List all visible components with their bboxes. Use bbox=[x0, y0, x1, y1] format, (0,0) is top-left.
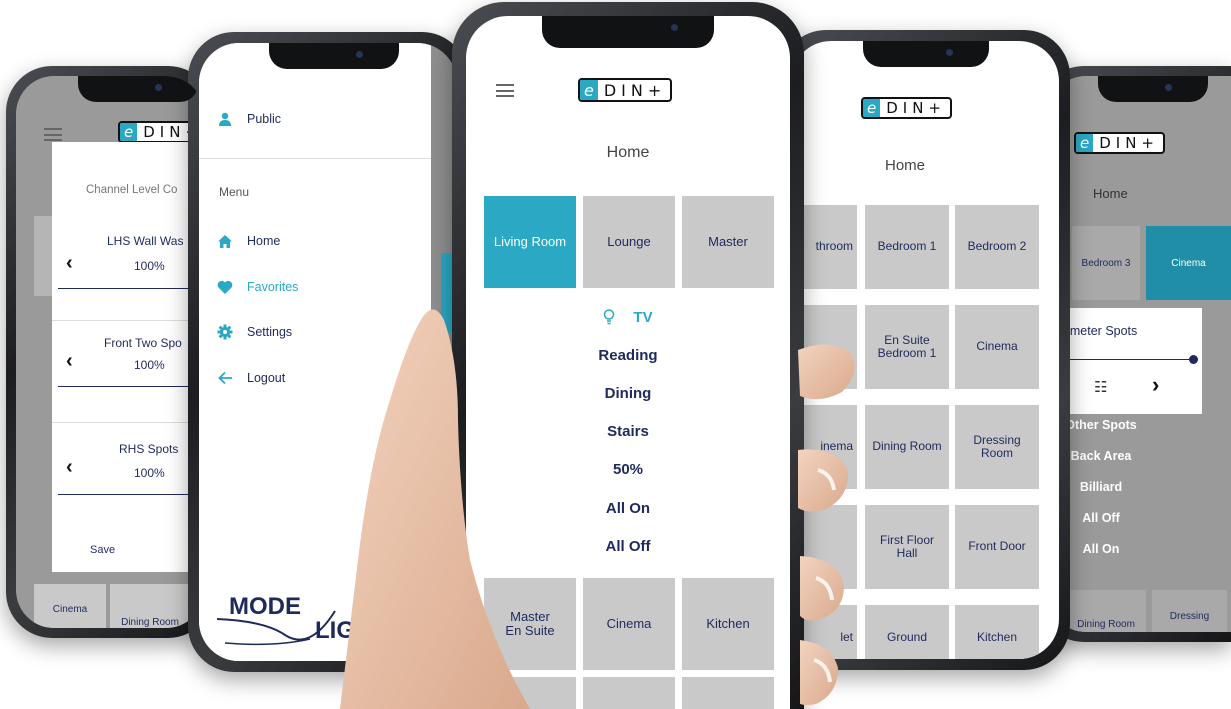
user-public[interactable]: Public bbox=[217, 111, 281, 127]
room-tile-bedroom-3[interactable]: Bedroom 3 bbox=[1072, 226, 1140, 300]
channel-popup: erimeter Spots ☷ › bbox=[1048, 308, 1202, 414]
phone1-screen: e DIN+ Channel Level Co LHS Wall Was ‹ 10… bbox=[16, 76, 204, 628]
decrease-level-button[interactable]: ‹ bbox=[66, 252, 73, 275]
room-tile-cinema[interactable]: Cinema bbox=[34, 584, 106, 628]
decrease-level-button[interactable]: ‹ bbox=[66, 350, 73, 373]
level-slider[interactable] bbox=[58, 288, 204, 289]
menu-item-label: Home bbox=[247, 234, 281, 248]
room-tile[interactable]: Dressing Room bbox=[955, 405, 1039, 489]
save-button[interactable]: Save bbox=[90, 544, 115, 556]
channel-level: 100% bbox=[134, 358, 165, 372]
phone5-screen: e DIN+ Home Bedroom 3 Cinema erimeter Spo… bbox=[1048, 76, 1231, 632]
channel-level: 100% bbox=[134, 466, 165, 480]
room-tile-dining-room[interactable]: Dining Room bbox=[1066, 590, 1146, 632]
room-tile[interactable]: Kitchen bbox=[955, 605, 1039, 659]
level-slider[interactable] bbox=[58, 494, 204, 495]
hand-illustration bbox=[340, 309, 855, 709]
room-tile-cinema[interactable]: Cinema bbox=[1146, 226, 1231, 300]
channel-name: Front Two Spo bbox=[104, 336, 182, 350]
edin-logo: e DIN+ bbox=[1074, 132, 1165, 154]
channel-level-dialog: Channel Level Co LHS Wall Was ‹ 100% Fro… bbox=[52, 142, 204, 572]
room-tile[interactable]: Bedroom 1 bbox=[865, 205, 949, 289]
room-tile[interactable]: Dining Room bbox=[865, 405, 949, 489]
gear-icon bbox=[217, 324, 233, 340]
room-tile[interactable]: Bedroom 2 bbox=[955, 205, 1039, 289]
divider bbox=[52, 320, 204, 321]
slider-handle[interactable] bbox=[1189, 355, 1198, 364]
room-tile[interactable]: First Floor Hall bbox=[865, 505, 949, 589]
channel-name: LHS Wall Was bbox=[107, 234, 184, 248]
menu-item-label: Logout bbox=[247, 371, 286, 385]
room-tile-dining-room[interactable]: Dining Room bbox=[110, 584, 190, 628]
menu-item-label: Favorites bbox=[247, 280, 299, 294]
room-tile[interactable]: En Suite Bedroom 1 bbox=[865, 305, 949, 389]
arrow-left-icon bbox=[217, 370, 233, 386]
menu-icon[interactable] bbox=[44, 128, 62, 141]
user-name: Public bbox=[247, 112, 282, 126]
room-tile[interactable]: Front Door bbox=[955, 505, 1039, 589]
home-icon bbox=[217, 233, 233, 249]
channel-level: 100% bbox=[134, 259, 165, 273]
menu-item-logout[interactable]: Logout bbox=[217, 370, 285, 386]
menu-item-settings[interactable]: Settings bbox=[217, 324, 292, 340]
divider bbox=[52, 422, 204, 423]
user-icon bbox=[217, 111, 233, 127]
decrease-level-button[interactable]: ‹ bbox=[66, 456, 73, 479]
chevron-right-icon[interactable]: › bbox=[1152, 372, 1159, 398]
room-tile[interactable]: Ground bbox=[865, 605, 949, 659]
adjust-icon[interactable]: ☷ bbox=[1094, 378, 1107, 396]
edin-logo: e DIN+ bbox=[861, 97, 952, 119]
channel-name: RHS Spots bbox=[119, 442, 179, 456]
menu-item-label: Settings bbox=[247, 325, 293, 339]
page-title: Home bbox=[1093, 186, 1128, 201]
page-title: Home bbox=[885, 157, 926, 174]
menu-item-favorites[interactable]: Favorites bbox=[217, 279, 298, 295]
heart-icon bbox=[217, 279, 233, 295]
room-tile[interactable]: Cinema bbox=[955, 305, 1039, 389]
room-tile-dressing[interactable]: Dressing bbox=[1152, 590, 1227, 632]
menu-item-home[interactable]: Home bbox=[217, 233, 280, 249]
phone-channel-levels: e DIN+ Channel Level Co LHS Wall Was ‹ 10… bbox=[6, 66, 214, 638]
dialog-title: Channel Level Co bbox=[86, 184, 178, 196]
level-slider[interactable] bbox=[58, 386, 204, 387]
menu-heading: Menu bbox=[219, 185, 250, 199]
